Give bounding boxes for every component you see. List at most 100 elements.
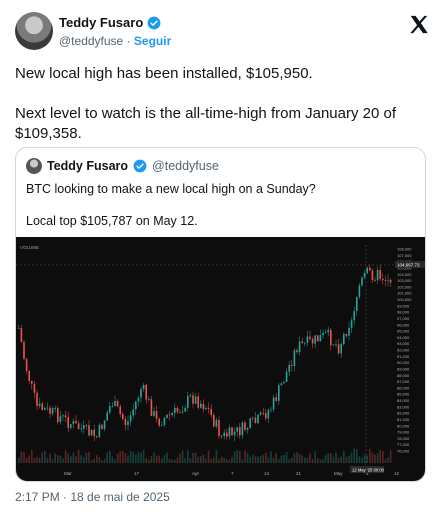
volume-bar — [23, 452, 25, 463]
volume-bar — [207, 450, 210, 463]
candle-body — [25, 358, 28, 371]
author-handle[interactable]: @teddyfuse — [59, 34, 123, 48]
candle-body — [348, 328, 350, 336]
y-tick-label: 104,000 — [397, 272, 412, 277]
volume-bar — [226, 459, 228, 463]
follow-button[interactable]: Seguir — [134, 34, 171, 48]
volume-bar — [83, 457, 85, 463]
candle-body — [38, 403, 41, 406]
author-name[interactable]: Teddy Fusaro — [59, 15, 143, 30]
volume-bar — [257, 456, 259, 463]
tweet-header: Teddy Fusaro @teddyfuse · Seguir — [15, 12, 434, 54]
y-tick-label: 89,000 — [397, 366, 410, 371]
quoted-tweet[interactable]: Teddy Fusaro @teddyfuse BTC looking to m… — [15, 147, 426, 482]
verified-badge-icon — [133, 159, 147, 173]
candle-body — [239, 427, 241, 436]
candle-body — [246, 427, 249, 430]
candle-body — [314, 335, 316, 344]
candle-body — [142, 384, 145, 390]
verified-badge-icon — [147, 16, 161, 29]
candle-body — [54, 408, 56, 409]
y-tick-label: 91,000 — [397, 354, 410, 359]
tweet-card: Teddy Fusaro @teddyfuse · Seguir New loc… — [0, 0, 446, 520]
volume-bar — [262, 454, 264, 463]
candle-body — [337, 344, 340, 354]
candle-body — [163, 417, 166, 426]
candle-body — [174, 407, 176, 413]
volume-bar — [111, 456, 114, 463]
volume-bar — [179, 453, 181, 463]
volume-bar — [317, 458, 319, 463]
volume-bar — [371, 452, 374, 463]
volume-bar — [184, 457, 186, 463]
volume-bar — [309, 452, 311, 463]
price-chart-image[interactable]: VOLUME 108,000107,000106,000105,000104,0… — [16, 237, 425, 481]
candle-body — [301, 341, 303, 344]
y-tick-label: 77,000 — [397, 442, 410, 447]
volume-bar — [59, 455, 62, 463]
candle-body — [280, 383, 283, 386]
volume-bar — [80, 455, 82, 463]
volume-bar — [194, 452, 197, 463]
candle-body — [194, 396, 197, 404]
volume-bar — [41, 452, 43, 463]
volume-bar — [384, 459, 387, 463]
candle-body — [265, 412, 267, 419]
volume-bar — [135, 454, 137, 463]
candle-body — [20, 328, 23, 343]
candle-body — [356, 296, 358, 312]
volume-bar — [322, 458, 324, 463]
volume-bar — [246, 452, 249, 463]
candle-body — [116, 400, 119, 407]
candle-body — [244, 422, 246, 430]
x-tick-label: 12 — [394, 471, 400, 476]
avatar[interactable] — [15, 12, 53, 50]
candle-body — [168, 414, 171, 416]
volume-bar — [236, 450, 238, 463]
candle-body — [176, 407, 179, 412]
volume-bar — [270, 451, 272, 463]
candle-body — [122, 414, 124, 420]
volume-bar — [361, 457, 363, 463]
volume-bar — [278, 459, 280, 463]
candle-body — [389, 279, 392, 283]
candle-body — [345, 333, 348, 336]
price-tag: 104,667.73 — [397, 263, 420, 268]
tweet-text: New local high has been installed, $105,… — [15, 65, 396, 142]
candle-body — [317, 335, 319, 342]
volume-bar — [75, 456, 77, 463]
volume-bar — [18, 457, 20, 463]
candle-body — [46, 407, 49, 409]
candle-body — [324, 332, 327, 333]
volume-bar — [44, 450, 46, 463]
candle-body — [332, 344, 335, 346]
candle-body — [311, 338, 314, 344]
candle-body — [166, 414, 168, 418]
candle-body — [236, 427, 238, 432]
volume-bar — [249, 456, 251, 463]
candle-body — [257, 414, 259, 424]
x-logo-icon[interactable] — [408, 14, 430, 36]
volume-bar — [98, 457, 101, 463]
volume-bar — [301, 455, 303, 463]
y-tick-label: 95,000 — [397, 329, 410, 334]
volume-bar — [275, 452, 277, 463]
candle-body — [322, 332, 324, 336]
volume-bar — [103, 458, 106, 463]
volume-bar — [122, 451, 124, 463]
volume-bar — [153, 452, 155, 463]
tweet-timestamp[interactable]: 2:17 PM · 18 de mai de 2025 — [15, 490, 170, 504]
volume-bar — [293, 453, 296, 463]
volume-bar — [166, 452, 168, 463]
candle-body — [114, 400, 116, 406]
x-tick-label: 21 — [296, 471, 302, 476]
y-tick-label: 107,000 — [397, 253, 412, 258]
volume-bar — [189, 458, 192, 463]
x-tick-label: 14 — [264, 471, 270, 476]
volume-bar — [330, 453, 332, 463]
volume-bar — [389, 450, 392, 463]
volume-bar — [283, 455, 285, 463]
y-tick-label: 98,000 — [397, 310, 410, 315]
candle-body — [77, 423, 80, 430]
candle-body — [374, 280, 376, 281]
